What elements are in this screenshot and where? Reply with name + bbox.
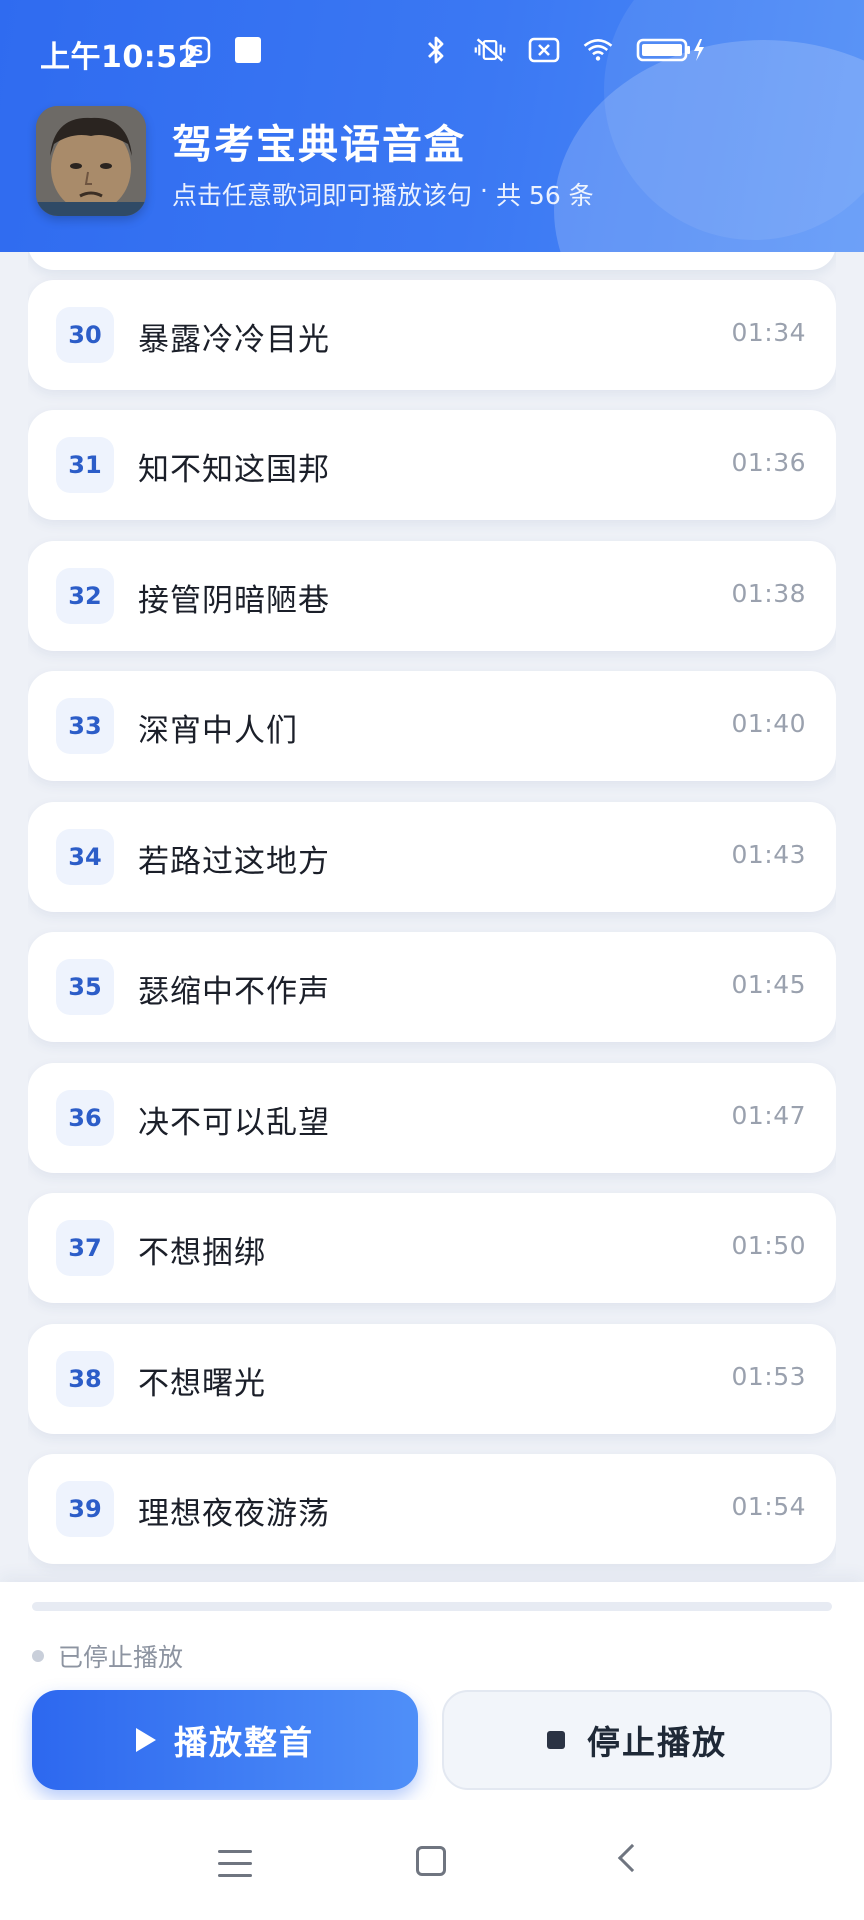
lyric-time: 01:36	[731, 448, 806, 477]
stop-label: 停止播放	[587, 1723, 727, 1762]
stop-icon	[547, 1731, 565, 1749]
lyric-time: 01:50	[731, 1231, 806, 1260]
back-icon[interactable]	[617, 1843, 647, 1873]
lyric-index: 30	[56, 307, 114, 363]
lyric-text: 决不可以乱望	[138, 1105, 330, 1141]
sim-x-icon	[528, 34, 560, 66]
lyric-count: 共 56 条	[495, 181, 594, 210]
lyric-row[interactable]: 31 知不知这国邦 01:36	[28, 410, 836, 520]
lyric-index: 37	[56, 1220, 114, 1276]
lyric-index: 34	[56, 829, 114, 885]
lyric-index: 38	[56, 1351, 114, 1407]
bluetooth-icon	[420, 34, 452, 66]
lyric-text: 深宵中人们	[138, 713, 298, 749]
play-icon	[136, 1728, 156, 1752]
lyric-time: 01:53	[731, 1362, 806, 1391]
lyric-text: 知不知这国邦	[138, 452, 330, 488]
lyric-row[interactable]: 36 决不可以乱望 01:47	[28, 1063, 836, 1173]
lyric-time: 01:47	[731, 1101, 806, 1130]
battery-charging-icon	[636, 34, 706, 66]
lyric-index: 35	[56, 959, 114, 1015]
svg-text:S: S	[193, 42, 204, 60]
lyric-row[interactable]: 38 不想曙光 01:53	[28, 1324, 836, 1434]
playback-status: 已停止播放	[58, 1643, 184, 1672]
app-header: 上午10:52 S 驾考宝典语音盒 点击任意歌词即可播放该句 · 共 56 条	[0, 0, 864, 252]
lyric-time: 01:54	[731, 1492, 806, 1521]
home-icon[interactable]	[416, 1846, 446, 1876]
lyric-row[interactable]: 33 深宵中人们 01:40	[28, 671, 836, 781]
lyric-time: 01:34	[731, 318, 806, 347]
lyric-row[interactable]: 37 不想捆绑 01:50	[28, 1193, 836, 1303]
lyric-time: 01:38	[731, 579, 806, 608]
lyric-time: 01:40	[731, 709, 806, 738]
status-bar: 上午10:52 S	[0, 0, 864, 100]
lyric-row[interactable]: 32 接管阴暗陋巷 01:38	[28, 541, 836, 651]
lyric-text: 若路过这地方	[138, 844, 330, 880]
status-dot	[32, 1650, 44, 1662]
lyric-text: 理想夜夜游荡	[138, 1496, 330, 1532]
lyric-index: 36	[56, 1090, 114, 1146]
page-title: 驾考宝典语音盒	[172, 122, 466, 168]
system-nav-bar	[0, 1800, 864, 1920]
list-item[interactable]	[28, 252, 836, 270]
menu-icon[interactable]	[218, 1850, 252, 1886]
lyric-index: 31	[56, 437, 114, 493]
play-all-label: 播放整首	[174, 1723, 314, 1762]
lyric-row[interactable]: 30 暴露冷冷目光 01:34	[28, 280, 836, 390]
lyric-text: 暴露冷冷目光	[138, 322, 330, 358]
page-subtitle: 点击任意歌词即可播放该句 · 共 56 条	[172, 176, 594, 212]
lyric-text: 不想捆绑	[138, 1235, 266, 1271]
lyric-index: 32	[56, 568, 114, 624]
lyric-row[interactable]: 39 理想夜夜游荡 01:54	[28, 1454, 836, 1564]
play-all-button[interactable]: 播放整首	[32, 1690, 418, 1790]
app-avatar	[36, 106, 146, 216]
lyric-time: 01:43	[731, 840, 806, 869]
lyric-row[interactable]: 34 若路过这地方 01:43	[28, 802, 836, 912]
lyric-text: 瑟缩中不作声	[138, 974, 330, 1010]
s-badge-icon: S	[182, 34, 214, 66]
lyric-text: 接管阴暗陋巷	[138, 583, 330, 619]
lyric-index: 39	[56, 1481, 114, 1537]
lyric-row[interactable]: 35 瑟缩中不作声 01:45	[28, 932, 836, 1042]
stop-button[interactable]: 停止播放	[442, 1690, 832, 1790]
playback-progress-bar[interactable]	[32, 1602, 832, 1611]
lyric-index: 33	[56, 698, 114, 754]
subtitle-separator: ·	[480, 176, 488, 205]
lyric-time: 01:45	[731, 970, 806, 999]
status-time: 上午10:52	[40, 40, 199, 75]
lyric-list[interactable]: 30 暴露冷冷目光 01:34 31 知不知这国邦 01:36 32 接管阴暗陋…	[28, 252, 836, 1580]
lyric-text: 不想曙光	[138, 1366, 266, 1402]
vibrate-off-icon	[474, 34, 506, 66]
square-notification-icon	[232, 34, 264, 66]
wifi-icon	[582, 34, 614, 66]
subtitle-hint: 点击任意歌词即可播放该句	[172, 181, 473, 210]
